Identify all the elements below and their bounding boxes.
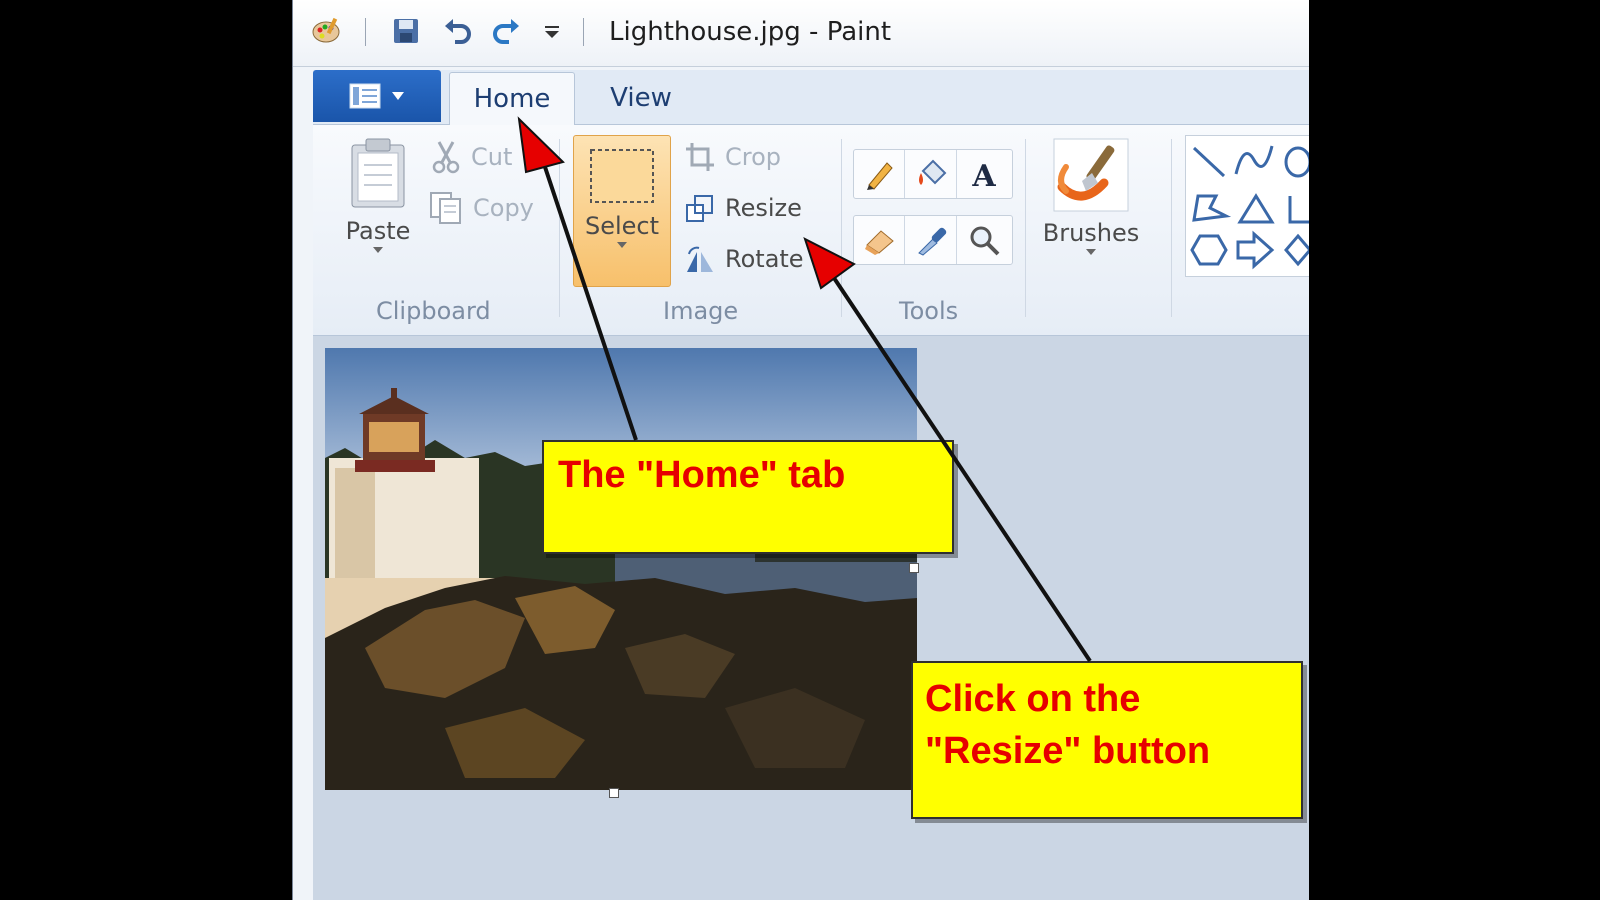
resize-label: Resize xyxy=(725,194,802,222)
brushes-label: Brushes xyxy=(1042,219,1140,247)
tab-home[interactable]: Home xyxy=(449,72,575,125)
curve-icon[interactable] xyxy=(1234,145,1274,175)
resize-handle-bottom[interactable] xyxy=(609,788,619,798)
chevron-down-icon xyxy=(617,242,627,248)
rotate-label: Rotate xyxy=(725,245,804,273)
image-group-label: Image xyxy=(663,297,739,325)
resize-icon xyxy=(686,195,713,222)
undo-icon[interactable] xyxy=(443,16,473,46)
title-bar: Lighthouse.jpg - Paint xyxy=(293,0,1309,67)
brush-icon xyxy=(1053,138,1129,212)
save-icon[interactable] xyxy=(391,16,421,46)
arrow-right-icon[interactable] xyxy=(1236,230,1275,270)
copy-icon xyxy=(430,192,461,224)
copy-label: Copy xyxy=(473,194,534,222)
chevron-down-icon xyxy=(815,256,826,262)
select-label: Select xyxy=(584,212,660,240)
magnifier-icon[interactable] xyxy=(960,216,1008,264)
crop-label: Crop xyxy=(725,143,782,171)
copy-button[interactable]: Copy xyxy=(429,188,534,228)
resize-callout-line-1: Click on the xyxy=(925,678,1141,720)
cut-label: Cut xyxy=(471,143,513,171)
group-separator xyxy=(841,139,842,317)
qat-separator xyxy=(365,18,366,46)
rotate-icon xyxy=(687,246,713,272)
resize-callout-line-2: "Resize" button xyxy=(925,730,1211,772)
tools-group-label: Tools xyxy=(899,297,959,325)
paint-menu-button[interactable] xyxy=(313,70,441,122)
group-separator xyxy=(1171,139,1172,317)
tools-row-2 xyxy=(853,215,1013,265)
line-icon[interactable] xyxy=(1192,146,1226,178)
tab-view[interactable]: View xyxy=(593,72,689,124)
paint-menu-icon xyxy=(349,83,381,109)
paste-label: Paste xyxy=(345,217,411,245)
group-separator xyxy=(1025,139,1026,317)
ribbon-tab-row: Home View xyxy=(313,70,1309,125)
group-separator xyxy=(559,139,560,317)
select-button[interactable]: Select xyxy=(573,135,671,287)
home-tab-callout: The "Home" tab xyxy=(542,440,954,554)
scissors-icon xyxy=(432,141,460,174)
ribbon: Paste Cut Copy Clipboard Select Crop Res… xyxy=(313,125,1309,336)
eraser-icon[interactable] xyxy=(856,216,905,264)
text-icon[interactable]: A xyxy=(960,150,1008,198)
polygon-icon[interactable] xyxy=(1192,194,1232,222)
paste-button[interactable]: Paste xyxy=(343,137,413,255)
qat-separator xyxy=(583,18,584,46)
chevron-down-icon xyxy=(392,92,404,100)
triangle-icon[interactable] xyxy=(1237,193,1275,224)
clipboard-group-label: Clipboard xyxy=(376,297,491,325)
color-picker-icon[interactable] xyxy=(908,216,957,264)
pencil-icon[interactable] xyxy=(856,150,905,198)
selection-rectangle-icon xyxy=(590,149,654,203)
hexagon-icon[interactable] xyxy=(1190,234,1228,266)
oval-icon[interactable] xyxy=(1284,146,1309,178)
lighthouse-image[interactable] xyxy=(325,348,917,790)
diamond-icon[interactable] xyxy=(1284,233,1309,267)
redo-icon[interactable] xyxy=(491,16,521,46)
tools-row-1: A xyxy=(853,149,1013,199)
right-triangle-icon[interactable] xyxy=(1288,196,1309,224)
resize-button-callout: Click on the "Resize" button xyxy=(911,661,1303,819)
rotate-button[interactable]: Rotate xyxy=(685,239,828,279)
fill-icon[interactable] xyxy=(908,150,957,198)
chevron-down-icon xyxy=(373,247,383,253)
customize-qat-icon[interactable] xyxy=(537,16,567,46)
resize-button[interactable]: Resize xyxy=(685,188,802,228)
clipboard-icon xyxy=(351,138,405,208)
window-title: Lighthouse.jpg - Paint xyxy=(609,17,892,47)
cut-button[interactable]: Cut xyxy=(431,137,512,177)
resize-handle-right[interactable] xyxy=(909,563,919,573)
chevron-down-icon xyxy=(1086,249,1096,255)
svg-text:A: A xyxy=(971,159,996,191)
shapes-gallery xyxy=(1185,135,1309,277)
crop-button[interactable]: Crop xyxy=(685,137,781,177)
crop-icon xyxy=(686,143,714,171)
paint-app-icon[interactable] xyxy=(311,16,341,46)
brushes-button[interactable]: Brushes xyxy=(1039,137,1143,257)
